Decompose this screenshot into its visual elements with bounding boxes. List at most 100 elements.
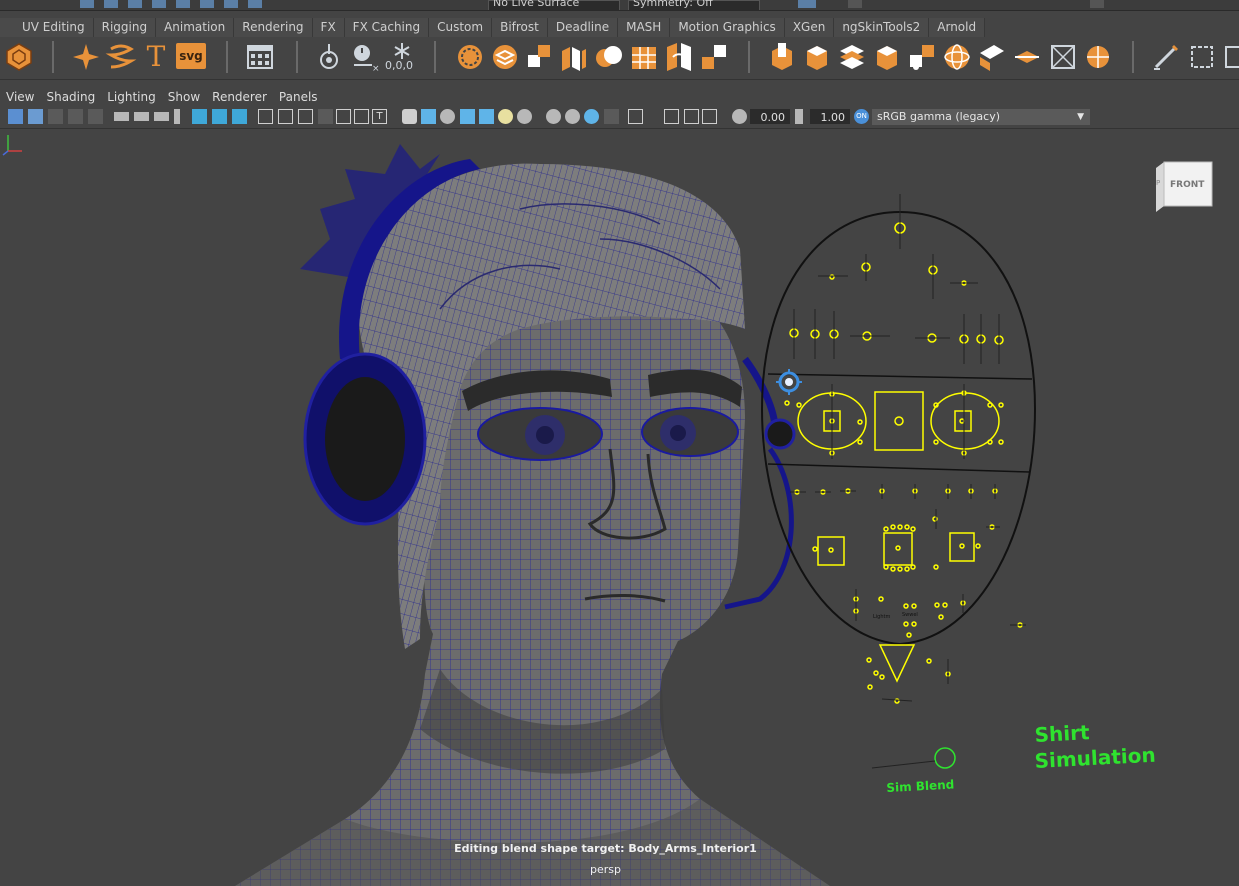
bevel-icon[interactable] xyxy=(801,41,833,73)
xray-active-icon[interactable] xyxy=(684,109,699,124)
grid-layout-icon[interactable] xyxy=(244,41,276,73)
extrude-icon[interactable] xyxy=(766,41,798,73)
color-space-select[interactable]: sRGB gamma (legacy) ▼ xyxy=(872,109,1090,125)
tab-custom[interactable]: Custom xyxy=(429,18,493,37)
resolution-gate-icon[interactable] xyxy=(298,109,313,124)
grid-toggle-icon[interactable] xyxy=(258,109,273,124)
mirror-icon[interactable] xyxy=(663,41,695,73)
lasso-select-icon[interactable] xyxy=(454,41,486,73)
boolean-icon[interactable] xyxy=(593,41,625,73)
helix-curve-icon[interactable] xyxy=(105,41,137,73)
wireframe-on-shaded-icon[interactable] xyxy=(460,109,475,124)
image-plane-icon[interactable] xyxy=(68,109,83,124)
menu-panels[interactable]: Panels xyxy=(273,90,324,104)
smooth-shade-icon[interactable] xyxy=(421,109,436,124)
safe-action-icon[interactable] xyxy=(354,109,369,124)
soft-mod-icon[interactable] xyxy=(248,0,262,8)
isolate-select-icon[interactable] xyxy=(628,109,643,124)
menu-show[interactable]: Show xyxy=(162,90,206,104)
target-weld-icon[interactable] xyxy=(906,41,938,73)
grid-mesh-icon[interactable] xyxy=(628,41,660,73)
tab-arnold[interactable]: Arnold xyxy=(929,18,986,37)
film-gate-icon[interactable] xyxy=(154,112,169,121)
motion-blur-icon[interactable] xyxy=(565,109,580,124)
two-d-pan-icon[interactable] xyxy=(88,109,103,124)
tab-ngskintools2[interactable]: ngSkinTools2 xyxy=(834,18,930,37)
rotate-tool-icon[interactable] xyxy=(176,0,190,8)
tab-deadline[interactable]: Deadline xyxy=(547,18,619,37)
scale-tool-icon[interactable] xyxy=(200,0,214,8)
bookmark-flag-icon[interactable] xyxy=(174,109,180,124)
multisample-aa-icon[interactable] xyxy=(584,109,599,124)
safe-title-icon[interactable]: T xyxy=(372,109,387,124)
hypershade-icon[interactable] xyxy=(1090,0,1104,8)
bridge-icon[interactable] xyxy=(698,41,730,73)
tab-animation[interactable]: Animation xyxy=(156,18,235,37)
tab-mash[interactable]: MASH xyxy=(618,18,671,37)
xray-joints-icon[interactable] xyxy=(664,109,679,124)
flat-plane-icon[interactable] xyxy=(1011,41,1043,73)
text-tool-icon[interactable]: T xyxy=(140,41,172,73)
tab-motion-graphics[interactable]: Motion Graphics xyxy=(670,18,785,37)
stack-layers-icon[interactable] xyxy=(836,41,868,73)
pen-tool-icon[interactable] xyxy=(1150,41,1182,73)
cube-icon[interactable] xyxy=(871,41,903,73)
bounding-box-icon[interactable] xyxy=(1047,41,1079,73)
shadows-icon[interactable] xyxy=(517,109,532,124)
depth-of-field-icon[interactable] xyxy=(604,109,619,124)
svg-tool-icon[interactable]: svg xyxy=(176,43,206,69)
bookmark-icon[interactable] xyxy=(48,109,63,124)
camera-lock-icon[interactable] xyxy=(134,112,149,121)
separate-mesh-icon[interactable] xyxy=(558,41,590,73)
color-management-toggle-icon[interactable]: ON xyxy=(854,109,869,124)
gate-mask-icon[interactable] xyxy=(318,109,333,124)
gamma-field[interactable]: 1.00 xyxy=(810,109,850,124)
frame-select-icon[interactable] xyxy=(1186,41,1218,73)
field-chart-icon[interactable] xyxy=(336,109,351,124)
camera-attributes-icon[interactable] xyxy=(28,109,43,124)
tab-fx-caching[interactable]: FX Caching xyxy=(344,18,430,37)
sphere-wire-icon[interactable] xyxy=(941,41,973,73)
frame-expand-icon[interactable] xyxy=(1220,41,1239,73)
xray-icon[interactable] xyxy=(212,109,227,124)
slice-icon[interactable] xyxy=(976,41,1008,73)
sparkle-icon[interactable] xyxy=(70,41,102,73)
tab-xgen[interactable]: XGen xyxy=(784,18,835,37)
film-gate-toggle-icon[interactable] xyxy=(278,109,293,124)
brush-icon[interactable] xyxy=(232,109,247,124)
render-icon[interactable] xyxy=(848,0,862,8)
textured-icon[interactable] xyxy=(479,109,494,124)
gamma-icon[interactable] xyxy=(795,109,803,124)
polygon-sphere-icon[interactable] xyxy=(3,41,35,73)
move-tool-icon[interactable] xyxy=(152,0,166,8)
grease-pencil-icon[interactable] xyxy=(192,109,207,124)
menu-shading[interactable]: Shading xyxy=(40,90,101,104)
use-lights-icon[interactable] xyxy=(498,109,513,124)
symmetry-field[interactable]: Symmetry: Off xyxy=(628,0,760,10)
exposure-field[interactable]: 0.00 xyxy=(750,109,790,124)
paint-select-icon[interactable] xyxy=(128,0,142,8)
menu-view[interactable]: View xyxy=(0,90,40,104)
menu-renderer[interactable]: Renderer xyxy=(206,90,273,104)
camera-icon[interactable] xyxy=(114,112,129,121)
universal-tool-icon[interactable] xyxy=(224,0,238,8)
tab-bifrost[interactable]: Bifrost xyxy=(492,18,548,37)
tab-fx[interactable]: FX xyxy=(312,18,345,37)
layers-icon[interactable] xyxy=(489,41,521,73)
tab-rigging[interactable]: Rigging xyxy=(93,18,157,37)
pivot-icon[interactable] xyxy=(313,41,345,73)
screen-space-ao-icon[interactable] xyxy=(546,109,561,124)
default-material-icon[interactable] xyxy=(440,109,455,124)
view-cube[interactable]: P FRONT xyxy=(1152,160,1216,214)
combine-mesh-icon[interactable] xyxy=(524,41,556,73)
clock-reset-icon[interactable]: × xyxy=(350,41,382,73)
menu-lighting[interactable]: Lighting xyxy=(101,90,162,104)
live-surface-field[interactable]: No Live Surface xyxy=(488,0,620,10)
wireframe-icon[interactable] xyxy=(402,109,417,124)
backface-culling-icon[interactable] xyxy=(702,109,717,124)
tab-rendering[interactable]: Rendering xyxy=(234,18,313,37)
ball-grid-icon[interactable] xyxy=(1082,41,1114,73)
select-tool-icon[interactable] xyxy=(80,0,94,8)
exposure-icon[interactable] xyxy=(732,109,747,124)
select-camera-icon[interactable] xyxy=(8,109,23,124)
